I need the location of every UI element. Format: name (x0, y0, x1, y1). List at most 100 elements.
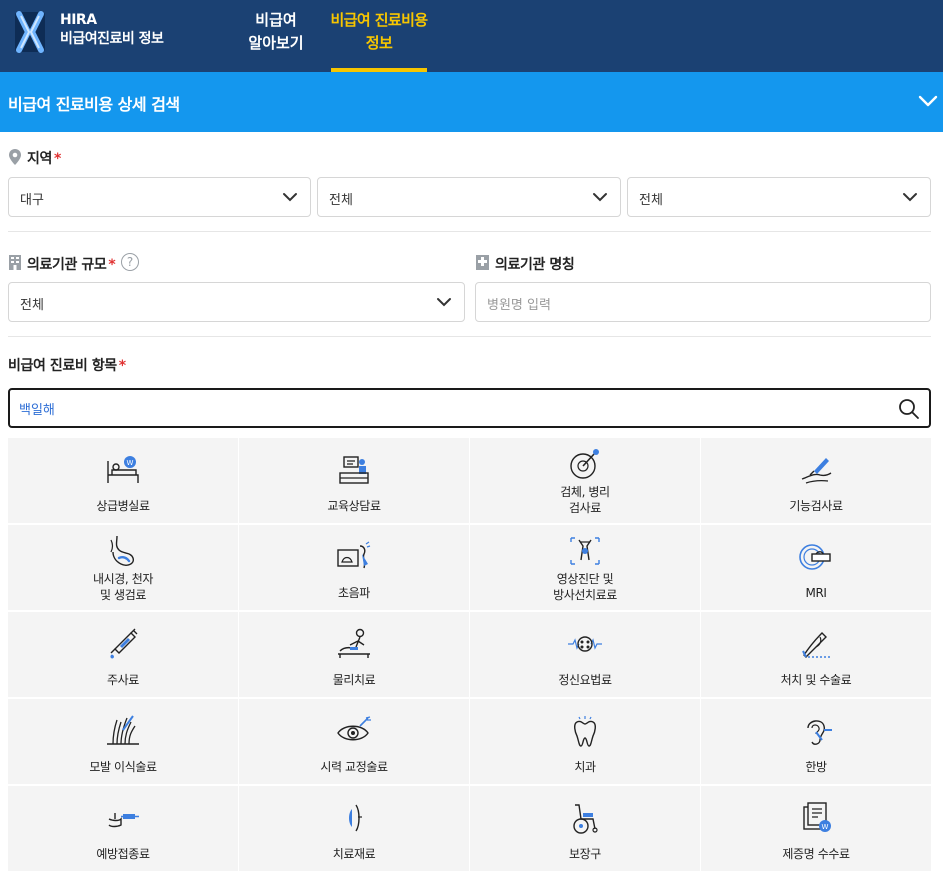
institution-name-label: 의료기관 명칭 (495, 257, 575, 273)
category-label: 보장구 (569, 847, 601, 861)
xray-icon (570, 537, 600, 565)
nav-item-non-covered-overview[interactable]: 비급여 알아보기 (240, 9, 312, 55)
required-mark: * (53, 151, 61, 167)
help-icon[interactable]: ? (121, 253, 139, 271)
cost-item-search-input[interactable]: 백일해 (8, 388, 931, 428)
input-placeholder: 병원명 입력 (487, 298, 551, 313)
acupuncture-ear-icon (807, 720, 832, 745)
category-certificate-fee[interactable]: W 제증명 수수료 (701, 786, 931, 871)
region-province-select[interactable]: 대구 (8, 177, 311, 217)
function-test-icon (801, 458, 832, 484)
category-label: 치과 (574, 760, 596, 774)
region-label: 지역 * (27, 148, 61, 168)
ultrasound-icon (337, 541, 371, 569)
divider (8, 231, 931, 232)
region-district-select[interactable]: 전체 (317, 177, 621, 217)
search-icon[interactable] (898, 398, 920, 420)
category-label: MRI (805, 586, 827, 600)
brand-title[interactable]: HIRA 비급여진료비 정보 (60, 11, 164, 49)
endoscopy-icon (110, 535, 134, 566)
vaccination-icon (108, 813, 139, 828)
region-town-select[interactable]: 전체 (627, 177, 931, 217)
nav-item-label-line-2: 정보 (365, 34, 393, 52)
select-value: 전체 (329, 193, 353, 208)
eye-correction-icon (337, 716, 371, 741)
required-mark: * (118, 358, 126, 374)
tooth-icon (574, 716, 596, 747)
chevron-down-icon (593, 193, 607, 202)
institution-name-input[interactable]: 병원명 입력 (475, 282, 931, 322)
category-education-counsel[interactable]: 교육상담료 (239, 438, 469, 523)
chevron-down-icon (903, 193, 917, 202)
category-oriental-medicine[interactable]: 한방 (701, 699, 931, 784)
category-room-fee[interactable]: W 상급병실료 (8, 438, 238, 523)
category-label: 치료재료 (332, 847, 376, 861)
cost-item-label: 비급여 진료비 항목 * (8, 355, 126, 375)
nav-item-cost-info[interactable]: 비급여 진료비용 정보 (328, 9, 430, 55)
consultation-desk-icon (339, 456, 369, 484)
top-navigation-bar: HIRA 비급여진료비 정보 비급여 알아보기 비급여 진료비용 정보 (0, 0, 943, 72)
brain-icon (568, 636, 602, 652)
category-vision-correction[interactable]: 시력 교정술료 (239, 699, 469, 784)
search-input-value: 백일해 (19, 403, 55, 418)
category-hair-transplant[interactable]: 모발 이식술료 (8, 699, 238, 784)
lens-material-icon (349, 804, 362, 832)
required-mark: * (108, 257, 116, 273)
category-label: 물리치료 (332, 673, 376, 687)
physical-therapy-icon (338, 628, 370, 658)
select-value: 전체 (20, 298, 44, 313)
hira-logo-icon[interactable] (12, 8, 48, 56)
category-psychotherapy[interactable]: 정신요법료 (470, 612, 700, 697)
svg-text:W: W (822, 823, 829, 831)
divider (8, 336, 931, 337)
detail-search-accordion[interactable]: 비급여 진료비용 상세 검색 (0, 72, 943, 132)
svg-text:W: W (127, 459, 134, 467)
category-label: 처치 및 수술료 (780, 673, 852, 687)
category-vaccination[interactable]: 예방접종료 (8, 786, 238, 871)
category-injection[interactable]: 주사료 (8, 612, 238, 697)
category-treatment-surgery[interactable]: 처치 및 수술료 (701, 612, 931, 697)
category-label: 모발 이식술료 (89, 760, 157, 774)
wheelchair-icon (573, 804, 598, 834)
category-specimen-pathology[interactable]: 검체, 병리 검사료 (470, 438, 700, 523)
category-label: 영상진단 및 방사선치료료 (553, 572, 617, 602)
region-label-text: 지역 (27, 151, 52, 167)
chevron-down-icon (437, 298, 451, 307)
certificate-icon: W (803, 802, 831, 832)
mri-icon (799, 544, 831, 570)
location-pin-icon (9, 149, 21, 165)
nav-item-label-line-1: 비급여 (255, 11, 297, 29)
institution-size-label: 의료기관 규모 * (27, 254, 116, 274)
category-label: 제증명 수수료 (782, 847, 850, 861)
category-treatment-material[interactable]: 치료재료 (239, 786, 469, 871)
institution-size-label-text: 의료기관 규모 (27, 257, 107, 273)
hospital-bed-icon: W (107, 456, 139, 483)
hospital-icon (476, 255, 489, 270)
category-physical-therapy[interactable]: 물리치료 (239, 612, 469, 697)
category-assistive-devices[interactable]: 보장구 (470, 786, 700, 871)
institution-size-select[interactable]: 전체 (8, 282, 465, 322)
accordion-title: 비급여 진료비용 상세 검색 (8, 95, 180, 114)
specimen-test-icon (570, 449, 599, 479)
category-function-test[interactable]: 기능검사료 (701, 438, 931, 523)
category-label: 검체, 병리 검사료 (560, 485, 610, 515)
category-label: 한방 (805, 760, 827, 774)
chevron-down-icon[interactable] (918, 94, 938, 108)
category-grid: W 상급병실료 교육상담료 검체, 병리 검사료 기능검사료 내시경, 천자 및… (8, 438, 932, 874)
category-ultrasound[interactable]: 초음파 (239, 525, 469, 610)
brand-line-1: HIRA (60, 12, 97, 28)
category-endoscopy[interactable]: 내시경, 천자 및 생검료 (8, 525, 238, 610)
category-label: 초음파 (338, 586, 370, 600)
category-dental[interactable]: 치과 (470, 699, 700, 784)
category-imaging-radiation[interactable]: 영상진단 및 방사선치료료 (470, 525, 700, 610)
syringe-icon (110, 628, 138, 659)
category-label: 기능검사료 (789, 499, 843, 513)
surgery-icon (802, 632, 832, 658)
category-label: 내시경, 천자 및 생검료 (92, 572, 154, 602)
brand-line-2: 비급여진료비 정보 (60, 31, 164, 47)
category-mri[interactable]: MRI (701, 525, 931, 610)
category-label: 주사료 (107, 673, 139, 687)
chevron-down-icon (283, 193, 297, 202)
category-label: 시력 교정술료 (320, 760, 388, 774)
hair-transplant-icon (107, 715, 139, 745)
